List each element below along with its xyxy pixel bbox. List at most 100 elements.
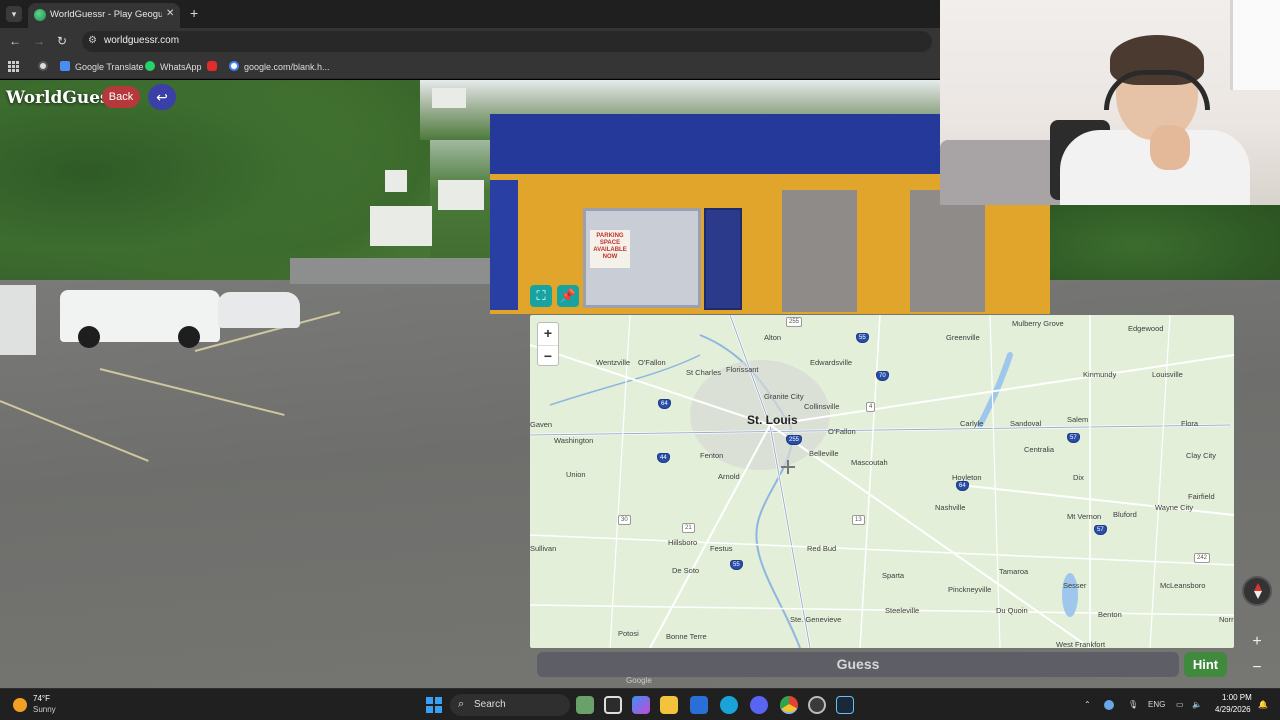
store-icon[interactable]: [690, 696, 708, 714]
map-place-label: Festus: [710, 544, 733, 553]
street-view-zoom-in-button[interactable]: +: [1247, 632, 1267, 652]
map-place-label: Edwardsville: [810, 358, 853, 367]
map-place-label: Granite City: [764, 392, 804, 401]
route-shield: 64: [658, 399, 671, 409]
tab-title: WorldGuessr - Play Geoguessr Free: [50, 9, 162, 20]
map-pin-button[interactable]: 📌: [557, 285, 579, 307]
windows-taskbar: 74°F Sunny ⌕ Search ⌃ 🎙 ENG ▭ 🔈 1:00 PM …: [0, 688, 1280, 720]
route-shield: 57: [1067, 433, 1080, 443]
map-place-label: Centralia: [1024, 445, 1055, 454]
weather-desc[interactable]: Sunny: [33, 705, 56, 714]
map-place-label: O'Fallon: [828, 427, 856, 436]
map-place-label: Edgewood: [1128, 324, 1164, 333]
guess-map[interactable]: Alton Wentzville O'Fallon St Charles Flo…: [530, 315, 1234, 648]
map-place-label: McLeansboro: [1160, 581, 1206, 590]
map-place-label: Wentzville: [596, 358, 631, 367]
map-place-label: Fenton: [700, 451, 724, 460]
map-place-label: Pinckneyville: [948, 585, 992, 594]
onedrive-icon[interactable]: [1104, 700, 1114, 710]
worldguessr-favicon-icon: [34, 9, 46, 21]
map-fullscreen-button[interactable]: ⛶: [530, 285, 552, 307]
map-place-label: Florissant: [726, 365, 759, 374]
map-place-label: Flora: [1181, 419, 1199, 428]
webcam-bed: [940, 140, 1060, 205]
tab-worldguessr[interactable]: WorldGuessr - Play Geoguessr Free ✕: [28, 3, 180, 28]
bookmark-chrome-icon[interactable]: [38, 61, 53, 75]
map-place-label: Alton: [764, 333, 782, 342]
windows-start-icon[interactable]: [426, 697, 442, 713]
map-place-label: Mascoutah: [851, 458, 888, 467]
clock-date[interactable]: 4/29/2026: [1215, 705, 1251, 714]
sun-icon[interactable]: [13, 698, 27, 712]
tray-overflow-icon[interactable]: ⌃: [1084, 700, 1091, 709]
weather-temp[interactable]: 74°F: [33, 694, 50, 703]
bookmark-google-blank[interactable]: google.com/blank.h...: [229, 61, 330, 75]
map-roads: [530, 315, 1234, 648]
site-info-icon[interactable]: ⚙: [88, 35, 97, 46]
webcam-window: [1230, 0, 1280, 90]
microphone-icon[interactable]: 🎙: [1128, 700, 1138, 709]
address-bar[interactable]: ⚙ worldguessr.com: [82, 31, 932, 52]
steam-icon[interactable]: [836, 696, 854, 714]
copilot-icon[interactable]: [632, 696, 650, 714]
return-arrow-icon: ↩: [156, 89, 168, 105]
webcam-person-hand: [1150, 125, 1190, 170]
street-view-zoom-out-button[interactable]: −: [1247, 658, 1267, 678]
map-zoom-in-button[interactable]: +: [538, 323, 558, 344]
route-shield: 255: [786, 435, 803, 445]
building-side: [490, 180, 518, 310]
discord-icon[interactable]: [750, 696, 768, 714]
map-place-label: Potosi: [618, 629, 639, 638]
translate-icon: [60, 61, 70, 71]
map-place-label: Benton: [1098, 610, 1122, 619]
reload-icon[interactable]: ↻: [57, 34, 67, 48]
map-place-label: St Charles: [686, 368, 722, 377]
search-icon: ⌕: [458, 698, 465, 710]
compass-icon[interactable]: [1242, 576, 1272, 606]
guess-button[interactable]: Guess: [537, 652, 1179, 677]
wheel: [178, 326, 200, 348]
widgets-icon[interactable]: [576, 696, 594, 714]
new-tab-button[interactable]: +: [190, 5, 198, 21]
route-shield: 13: [852, 515, 865, 525]
bookmark-whatsapp[interactable]: WhatsApp: [145, 61, 202, 75]
bookmark-label: Google Translate: [75, 62, 144, 72]
map-place-label: Tamaroa: [999, 567, 1029, 576]
map-place-label: Du Quoin: [996, 606, 1028, 615]
map-place-label: Salem: [1067, 415, 1089, 424]
return-to-start-button[interactable]: ↩: [148, 84, 176, 110]
language-indicator[interactable]: ENG: [1148, 700, 1165, 709]
back-button[interactable]: Back: [102, 86, 140, 108]
road: [290, 258, 490, 284]
route-shield: 55: [856, 333, 869, 343]
tab-close-icon[interactable]: ✕: [166, 8, 174, 19]
edge-icon[interactable]: [720, 696, 738, 714]
clock-time[interactable]: 1:00 PM: [1222, 693, 1252, 702]
bookmark-google-translate[interactable]: Google Translate: [60, 61, 144, 75]
map-place-label: De Soto: [672, 566, 700, 575]
forward-nav-icon[interactable]: →: [33, 34, 45, 48]
hint-button[interactable]: Hint: [1184, 652, 1227, 677]
chrome-icon[interactable]: [780, 696, 798, 714]
task-view-icon[interactable]: [604, 696, 622, 714]
map-place-label: Belleville: [809, 449, 839, 458]
file-explorer-icon[interactable]: [660, 696, 678, 714]
taskbar-search[interactable]: ⌕ Search: [450, 694, 570, 716]
map-place-label: Mt Vernon: [1067, 512, 1102, 521]
tab-search-icon[interactable]: ▾: [6, 6, 22, 22]
wheel: [78, 326, 100, 348]
route-shield: 57: [1094, 525, 1107, 535]
apps-grid-icon[interactable]: [8, 61, 19, 72]
map-city-label: St. Louis: [747, 413, 798, 427]
map-place-label: Louisville: [1152, 370, 1183, 379]
map-zoom-out-button[interactable]: −: [538, 345, 558, 366]
obs-icon[interactable]: [808, 696, 826, 714]
map-place-label: Union: [566, 470, 586, 479]
back-nav-icon[interactable]: ←: [9, 34, 21, 48]
bookmark-youtube[interactable]: [207, 61, 222, 75]
volume-icon[interactable]: 🔈: [1192, 700, 1202, 709]
notification-icon[interactable]: 🔔: [1258, 700, 1268, 709]
pin-icon: 📌: [559, 288, 577, 303]
map-place-label: Nashville: [935, 503, 966, 512]
network-icon[interactable]: ▭: [1176, 700, 1184, 709]
